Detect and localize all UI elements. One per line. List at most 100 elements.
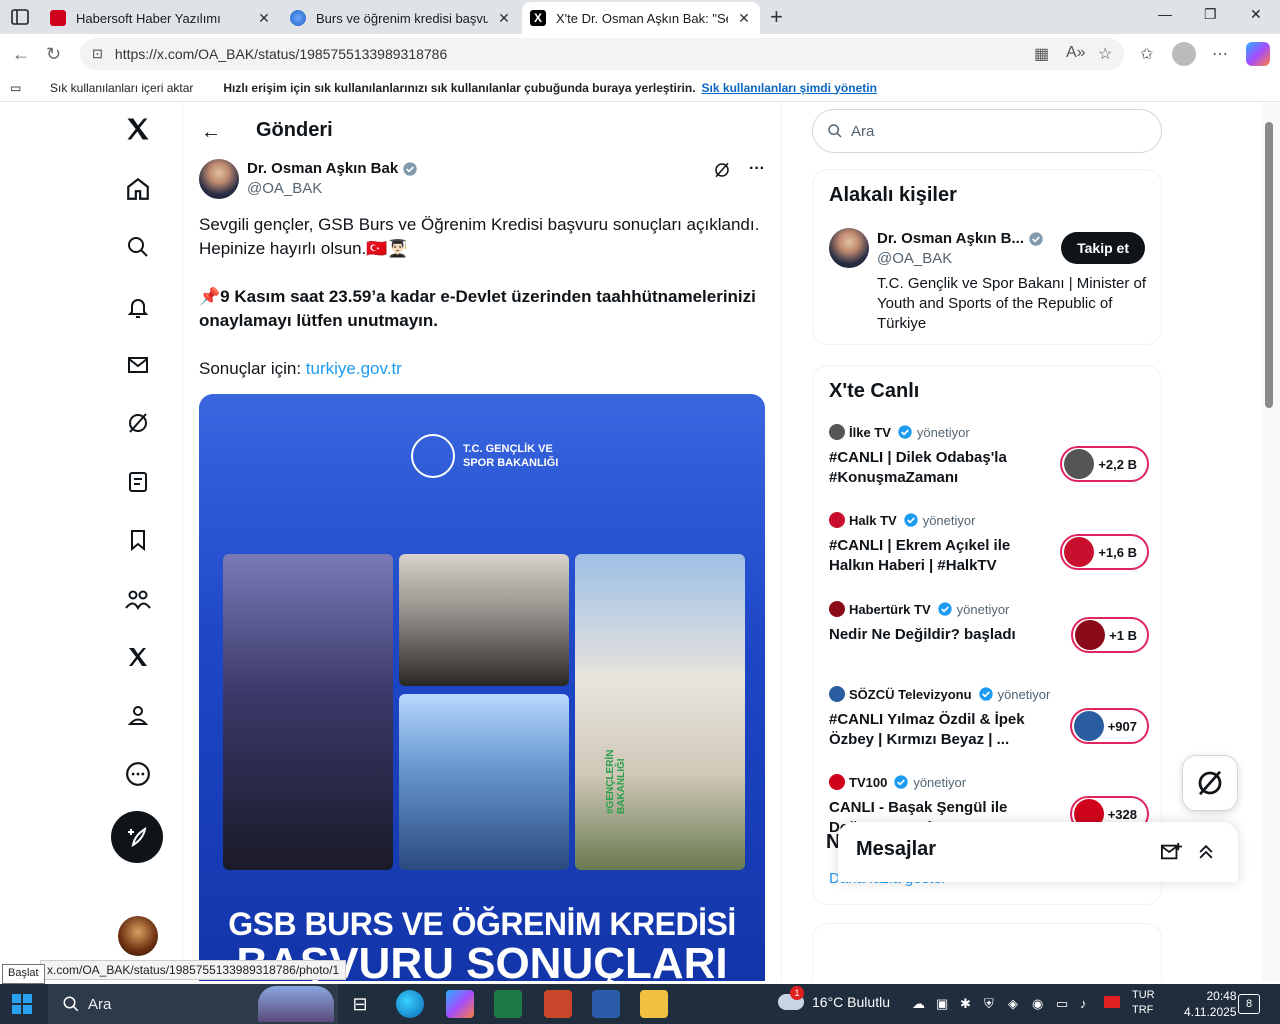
copilot-icon[interactable] bbox=[1246, 42, 1270, 66]
address-bar[interactable]: ⊡ https://x.com/OA_BAK/status/1985755133… bbox=[80, 38, 1124, 70]
live-avatar bbox=[1075, 620, 1106, 650]
follow-button[interactable]: Takip et bbox=[1061, 232, 1145, 264]
volume-tray-icon[interactable]: ♪ bbox=[1080, 996, 1087, 1011]
verified-gray-badge-icon bbox=[403, 161, 417, 176]
search-box[interactable]: Ara bbox=[812, 109, 1162, 153]
expand-drawer-icon[interactable] bbox=[1196, 842, 1216, 862]
live-avatar bbox=[1064, 537, 1095, 567]
author-handle[interactable]: @OA_BAK bbox=[247, 180, 322, 197]
file-explorer-icon[interactable] bbox=[640, 990, 668, 1018]
language-indicator[interactable]: TUR TRF bbox=[1132, 988, 1155, 1018]
related-people-title: Alakalı kişiler bbox=[829, 184, 957, 206]
shield-tray-icon[interactable]: ◈ bbox=[1008, 996, 1018, 1012]
new-tab-icon[interactable]: + bbox=[770, 4, 783, 30]
live-listeners-pill[interactable]: +2,2 B bbox=[1060, 446, 1149, 482]
favorite-star-icon[interactable]: ☆ bbox=[1098, 44, 1112, 64]
grok-icon[interactable] bbox=[122, 407, 154, 439]
notifications-bell-icon[interactable] bbox=[122, 291, 154, 323]
reading-list-icon[interactable]: ▭ bbox=[10, 81, 21, 95]
new-message-icon[interactable] bbox=[1160, 842, 1182, 862]
maximize-icon[interactable]: ❐ bbox=[1204, 6, 1217, 23]
close-window-icon[interactable]: ✕ bbox=[1250, 6, 1262, 23]
live-item[interactable]: Halk TV yönetiyor #CANLI | Ekrem Açıkel i… bbox=[829, 512, 1149, 576]
live-listeners-pill[interactable]: +1,6 B bbox=[1060, 534, 1149, 570]
notification-count: 8 bbox=[1245, 998, 1253, 1010]
close-tab-icon[interactable]: ✕ bbox=[496, 10, 512, 27]
x-logo-icon[interactable] bbox=[122, 113, 154, 145]
author-name[interactable]: Dr. Osman Aşkın Bak bbox=[247, 160, 418, 177]
app-available-icon[interactable]: ▦ bbox=[1034, 44, 1049, 64]
copilot-app-icon[interactable] bbox=[446, 990, 474, 1018]
live-listeners-pill[interactable]: +907 bbox=[1069, 708, 1149, 744]
minimize-icon[interactable]: — bbox=[1158, 6, 1172, 22]
bluetooth-tray-icon[interactable]: ✱ bbox=[960, 996, 971, 1012]
author-avatar[interactable] bbox=[199, 159, 239, 199]
import-favorites-link[interactable]: Sık kullanılanları içeri aktar bbox=[50, 81, 193, 95]
weather-widget[interactable]: 1 16°C Bulutlu bbox=[778, 986, 890, 1010]
tab-actions-icon[interactable] bbox=[8, 6, 32, 28]
back-arrow-icon[interactable]: ← bbox=[201, 121, 221, 144]
close-tab-icon[interactable]: ✕ bbox=[736, 10, 752, 27]
profile-icon[interactable] bbox=[1172, 42, 1196, 66]
taskbar-search[interactable]: Ara bbox=[48, 984, 338, 1024]
favorites-icon[interactable]: ✩ bbox=[1140, 44, 1153, 64]
flag-tray-icon[interactable] bbox=[1104, 996, 1120, 1008]
messages-mail-icon[interactable] bbox=[122, 349, 154, 381]
windows-start-icon[interactable] bbox=[12, 994, 32, 1014]
network-tray-icon[interactable]: ☁ bbox=[912, 996, 925, 1012]
excel-app-icon[interactable] bbox=[494, 990, 522, 1018]
back-icon[interactable]: ← bbox=[12, 44, 30, 65]
powerpoint-app-icon[interactable] bbox=[544, 990, 572, 1018]
read-aloud-icon[interactable]: A» bbox=[1066, 44, 1086, 62]
wifi-tray-icon[interactable]: ▭ bbox=[1056, 996, 1068, 1012]
dormitory-photo: #GENÇLERİN BAKANLIĞI bbox=[575, 554, 745, 870]
home-icon[interactable] bbox=[122, 173, 154, 205]
account-avatar[interactable] bbox=[118, 916, 158, 956]
more-dots-icon[interactable]: ··· bbox=[749, 161, 765, 179]
tab-x-post[interactable]: X X'te Dr. Osman Aşkın Bak: "Sevgil ✕ bbox=[522, 2, 760, 34]
app-tray-icon[interactable]: ▣ bbox=[936, 996, 948, 1012]
live-item[interactable]: İlke TV yönetiyor #CANLI | Dilek Odabaş'l… bbox=[829, 424, 1149, 488]
notification-center-icon[interactable]: 8 bbox=[1238, 994, 1260, 1014]
verified-blue-badge-icon bbox=[904, 513, 918, 527]
profile-icon[interactable] bbox=[122, 699, 154, 731]
security-tray-icon[interactable]: ⛨ bbox=[984, 996, 994, 1012]
premium-x-icon[interactable] bbox=[122, 641, 154, 673]
post-image[interactable]: T.C. GENÇLİK VE SPOR BAKANLIĞI #GENÇLERİ… bbox=[199, 394, 765, 981]
taskbar-clock[interactable]: 20:48 4.11.2025 bbox=[1184, 988, 1237, 1020]
more-options-icon[interactable] bbox=[122, 758, 154, 790]
tab-habersoft[interactable]: Habersoft Haber Yazılımı ✕ bbox=[42, 2, 280, 34]
communities-icon[interactable] bbox=[122, 583, 154, 615]
bookmarks-icon[interactable] bbox=[122, 524, 154, 556]
related-name[interactable]: Dr. Osman Aşkın B... bbox=[877, 230, 1044, 247]
verified-blue-badge-icon bbox=[894, 775, 908, 789]
search-icon[interactable] bbox=[122, 231, 154, 263]
word-app-icon[interactable] bbox=[592, 990, 620, 1018]
messages-drawer[interactable]: Mesajlar bbox=[838, 822, 1238, 882]
globe-favicon-icon bbox=[290, 10, 306, 26]
compose-post-button[interactable] bbox=[111, 811, 163, 863]
grok-explain-icon[interactable] bbox=[713, 161, 731, 179]
related-handle[interactable]: @OA_BAK bbox=[877, 250, 952, 267]
tab-burs-news[interactable]: Burs ve öğrenim kredisi başvuru s ✕ bbox=[282, 2, 520, 34]
site-info-icon[interactable]: ⊡ bbox=[92, 46, 103, 62]
related-avatar[interactable] bbox=[829, 228, 869, 268]
live-item[interactable]: SÖZCÜ Televizyonu yönetiyor #CANLI Yılmaz… bbox=[829, 686, 1149, 750]
task-view-icon[interactable]: ⊟ bbox=[346, 990, 374, 1018]
more-menu-icon[interactable]: ⋯ bbox=[1212, 44, 1228, 64]
left-navigation bbox=[104, 103, 184, 981]
grok-floating-button[interactable] bbox=[1182, 755, 1238, 811]
turkiye-gov-link[interactable]: turkiye.gov.tr bbox=[306, 359, 402, 378]
lists-icon[interactable] bbox=[122, 466, 154, 498]
listener-count: +1 B bbox=[1109, 627, 1137, 643]
live-avatar bbox=[1073, 711, 1104, 741]
refresh-icon[interactable]: ↻ bbox=[46, 44, 61, 65]
live-listeners-pill[interactable]: +1 B bbox=[1071, 617, 1149, 653]
edge-app-icon[interactable] bbox=[396, 990, 424, 1018]
manage-favorites-link[interactable]: Sık kullanılanları şimdi yönetin bbox=[702, 81, 877, 95]
close-tab-icon[interactable]: ✕ bbox=[256, 10, 272, 27]
meet-tray-icon[interactable]: ◉ bbox=[1032, 996, 1043, 1012]
scrollbar-thumb[interactable] bbox=[1265, 122, 1273, 408]
verified-blue-badge-icon bbox=[978, 687, 993, 701]
live-item[interactable]: Habertürk TV yönetiyor Nedir Ne Değildir?… bbox=[829, 601, 1149, 653]
